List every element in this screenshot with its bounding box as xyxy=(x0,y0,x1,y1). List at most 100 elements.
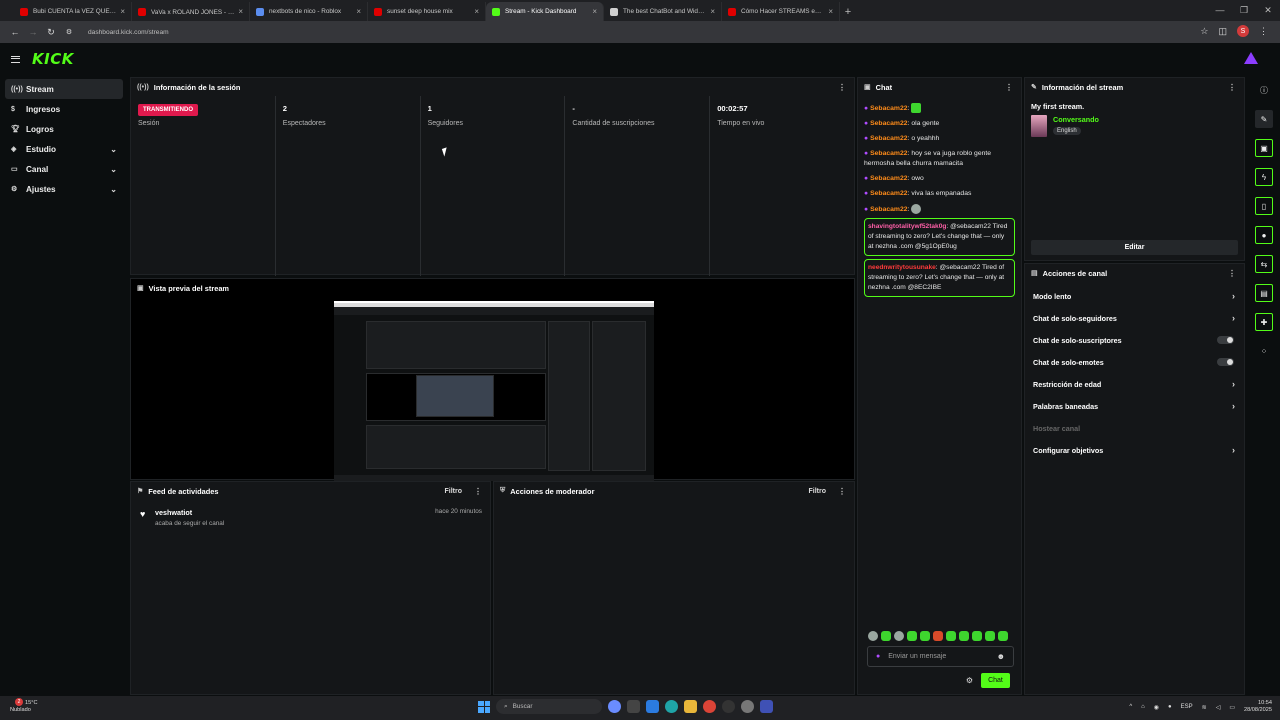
taskbar-search[interactable]: ⌕ Buscar xyxy=(496,699,602,714)
more-options-icon[interactable]: ⋮ xyxy=(838,83,846,92)
folder-icon[interactable] xyxy=(684,700,697,713)
emote-icon[interactable] xyxy=(907,631,917,641)
wifi-icon[interactable]: ≋ xyxy=(1202,704,1207,711)
copilot-icon[interactable] xyxy=(608,700,621,713)
emote-icon[interactable] xyxy=(881,631,891,641)
task-view-icon[interactable] xyxy=(627,700,640,713)
network-icon[interactable]: ⌂ xyxy=(1141,704,1145,710)
sidebar-item-ajustes[interactable]: ⚙ Ajustes ⌄ xyxy=(5,179,123,199)
more-options-icon[interactable]: ⋮ xyxy=(1228,269,1236,278)
browser-menu-icon[interactable]: ⋮ xyxy=(1259,26,1268,37)
filter-button[interactable]: Filtro xyxy=(809,488,827,495)
user-avatar-icon[interactable] xyxy=(1244,52,1258,64)
language-indicator[interactable]: ESP xyxy=(1181,704,1193,710)
site-info-icon[interactable]: ⚙ xyxy=(60,28,78,36)
edge-icon[interactable] xyxy=(665,700,678,713)
url-input[interactable]: dashboard.kick.com/stream xyxy=(88,29,169,36)
action-age-restriction[interactable]: Restricción de edad › xyxy=(1025,373,1244,395)
emote-icon[interactable] xyxy=(920,631,930,641)
close-tab-icon[interactable]: × xyxy=(592,7,597,16)
minimize-icon[interactable]: — xyxy=(1208,0,1232,20)
edit-stream-button[interactable]: Editar xyxy=(1031,240,1238,255)
category-thumbnail[interactable] xyxy=(1031,115,1047,137)
action-configure-goals[interactable]: Configurar objetivos › xyxy=(1025,439,1244,461)
clock[interactable]: 10:54 28/08/2025 xyxy=(1244,700,1272,714)
maximize-icon[interactable]: ❐ xyxy=(1232,0,1256,20)
chevron-up-icon[interactable]: ^ xyxy=(1129,704,1132,710)
swap-icon[interactable]: ⇆ xyxy=(1255,255,1273,273)
subscribers-only-toggle[interactable] xyxy=(1217,336,1234,344)
more-options-icon[interactable]: ⋮ xyxy=(1228,83,1236,92)
sound-icon[interactable]: ◉ xyxy=(1154,704,1159,711)
extensions-icon[interactable]: ◫ xyxy=(1218,26,1227,37)
close-tab-icon[interactable]: × xyxy=(120,7,125,16)
microphone-icon[interactable]: ● xyxy=(1168,704,1172,710)
action-banned-words[interactable]: Palabras baneadas › xyxy=(1025,395,1244,417)
lightning-icon[interactable]: ϟ xyxy=(1255,168,1273,186)
stream-preview-video[interactable] xyxy=(334,301,654,481)
weather-widget[interactable]: 2 15°C Nublado xyxy=(10,698,38,714)
new-tab-button[interactable]: + xyxy=(840,2,856,21)
emote-icon[interactable] xyxy=(959,631,969,641)
kick-logo[interactable]: KICK xyxy=(32,50,74,68)
battery-icon[interactable]: ▭ xyxy=(1229,704,1235,711)
chrome-icon[interactable] xyxy=(703,700,716,713)
emote-icon[interactable] xyxy=(894,631,904,641)
game-icon[interactable] xyxy=(722,700,735,713)
chat-message-input[interactable]: ● Enviar un mensaje ☻ xyxy=(867,646,1014,667)
emote-icon[interactable] xyxy=(933,631,943,641)
document-icon[interactable]: ▯ xyxy=(1255,197,1273,215)
action-followers-only[interactable]: Chat de solo-seguidores › xyxy=(1025,307,1244,329)
emote-icon[interactable] xyxy=(972,631,982,641)
sidebar-item-estudio[interactable]: ◈ Estudio ⌄ xyxy=(5,139,123,159)
action-slow-mode[interactable]: Modo lento › xyxy=(1025,285,1244,307)
more-options-icon[interactable]: ⋮ xyxy=(1005,83,1013,92)
forward-icon[interactable]: → xyxy=(24,27,42,37)
close-tab-icon[interactable]: × xyxy=(710,7,715,16)
browser-tab[interactable]: nextbots de nico - Roblox × xyxy=(250,2,368,21)
settings-icon[interactable] xyxy=(741,700,754,713)
volume-icon[interactable]: ◁ xyxy=(1216,704,1221,711)
emoji-icon[interactable]: ☻ xyxy=(997,652,1005,661)
browser-tab[interactable]: sunset deep house mix × xyxy=(368,2,486,21)
info-icon[interactable]: ⓘ xyxy=(1255,81,1273,99)
close-window-icon[interactable]: ✕ xyxy=(1256,0,1280,20)
store-icon[interactable] xyxy=(646,700,659,713)
emotes-only-toggle[interactable] xyxy=(1217,358,1234,366)
sidebar-item-canal[interactable]: ▭ Canal ⌄ xyxy=(5,159,123,179)
chat-bubble-icon[interactable]: ● xyxy=(1255,226,1273,244)
back-icon[interactable]: ← xyxy=(6,27,24,37)
browser-tab[interactable]: Bubi CUENTA la VEZ QUE CASI× xyxy=(14,2,132,21)
profile-avatar[interactable]: S xyxy=(1237,25,1249,37)
send-chat-button[interactable]: Chat xyxy=(981,673,1010,688)
close-tab-icon[interactable]: × xyxy=(356,7,361,16)
chat-settings-icon[interactable]: ⚙ xyxy=(966,676,973,685)
sidebar-item-logros[interactable]: 🏆︎ Logros xyxy=(5,119,123,139)
emote-icon[interactable] xyxy=(946,631,956,641)
browser-tab[interactable]: Cómo Hacer STREAMS en K × xyxy=(722,2,840,21)
wrench-icon[interactable]: ✚ xyxy=(1255,313,1273,331)
sidebar-item-ingresos[interactable]: $ Ingresos xyxy=(5,99,123,119)
windows-start-icon[interactable] xyxy=(478,700,490,713)
layout-icon[interactable]: ▤ xyxy=(1255,284,1273,302)
close-tab-icon[interactable]: × xyxy=(238,7,243,16)
browser-tab[interactable]: VaVa x ROLAND JONES - 来生 × xyxy=(132,2,250,21)
browser-tab-active[interactable]: Stream - Kick Dashboard × xyxy=(486,2,604,21)
emote-icon[interactable] xyxy=(985,631,995,641)
edit-icon[interactable]: ✎ xyxy=(1255,110,1273,128)
more-options-icon[interactable]: ⋮ xyxy=(838,487,846,496)
bookmark-star-icon[interactable]: ☆ xyxy=(1200,26,1208,37)
close-tab-icon[interactable]: × xyxy=(828,7,833,16)
browser-tab[interactable]: The best ChatBot and Widgets × xyxy=(604,2,722,21)
add-widget-icon[interactable]: ⁘ xyxy=(1255,342,1273,360)
close-tab-icon[interactable]: × xyxy=(474,7,479,16)
more-options-icon[interactable]: ⋮ xyxy=(474,487,482,496)
filter-button[interactable]: Filtro xyxy=(445,488,463,495)
app-icon[interactable] xyxy=(760,700,773,713)
screen-icon[interactable]: ▣ xyxy=(1255,139,1273,157)
reload-icon[interactable]: ↻ xyxy=(42,27,60,38)
emote-icon[interactable] xyxy=(998,631,1008,641)
hamburger-menu-icon[interactable] xyxy=(11,55,20,63)
sidebar-item-stream[interactable]: ((•)) Stream xyxy=(5,79,123,99)
emote-icon[interactable] xyxy=(868,631,878,641)
